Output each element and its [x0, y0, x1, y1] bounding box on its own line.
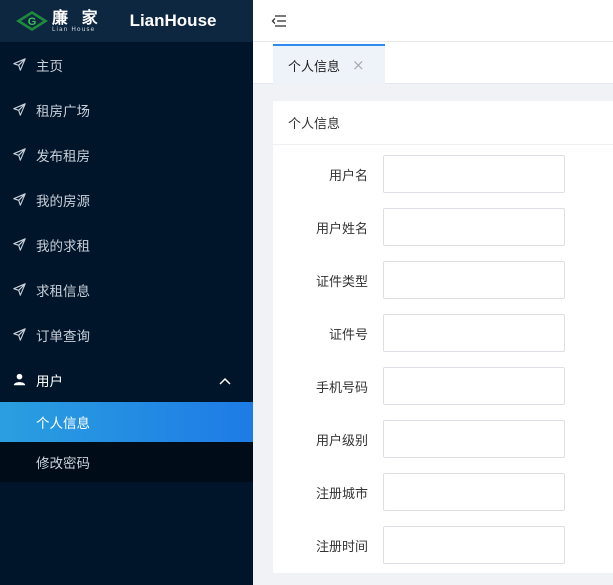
form-label: 手机号码 — [315, 380, 368, 396]
form-row-username: 用户名 — [273, 155, 613, 193]
tab-personal-info[interactable]: 个人信息 × — [273, 44, 385, 84]
form-row-real-name: 用户姓名 — [273, 208, 613, 246]
sidebar-item-my-requests[interactable]: 我的求租 — [0, 222, 253, 267]
sidebar-group-user[interactable]: 用户 — [0, 357, 253, 402]
sidebar-item-my-listings[interactable]: 我的房源 — [0, 177, 253, 222]
user-submenu: 个人信息 修改密码 — [0, 402, 253, 482]
svg-text:G: G — [28, 16, 37, 28]
register-city-input[interactable] — [383, 473, 565, 511]
sidebar-item-request-info[interactable]: 求租信息 — [0, 267, 253, 312]
username-input[interactable] — [383, 155, 565, 193]
form-label: 注册时间 — [315, 539, 368, 555]
sidebar: G 廉 家 Lian House LianHouse 主页 租房广场 发布租房 — [0, 0, 253, 585]
paper-plane-icon — [12, 328, 26, 342]
paper-plane-icon — [12, 193, 26, 207]
sidebar-item-order-query[interactable]: 订单查询 — [0, 312, 253, 357]
logo-text: 廉 家 Lian House — [52, 9, 102, 33]
logo-bar: G 廉 家 Lian House LianHouse — [0, 0, 253, 42]
form-label: 用户名 — [328, 168, 368, 184]
sidebar-item-publish-rental[interactable]: 发布租房 — [0, 132, 253, 177]
id-type-input[interactable] — [383, 261, 565, 299]
sidebar-item-label: 发布租房 — [36, 148, 90, 165]
tab-label: 个人信息 — [288, 59, 341, 75]
card-title: 个人信息 — [273, 101, 613, 145]
form-row-id-number: 证件号 — [273, 314, 613, 352]
phone-input[interactable] — [383, 367, 565, 405]
form-row-register-time: 注册时间 — [273, 526, 613, 564]
form-label: 证件号 — [328, 327, 368, 343]
paper-plane-icon — [12, 238, 26, 252]
user-icon — [12, 373, 26, 387]
real-name-input[interactable] — [383, 208, 565, 246]
sidebar-item-change-password[interactable]: 修改密码 — [0, 442, 253, 482]
brand-en-name: LianHouse — [129, 11, 217, 30]
sidebar-item-label: 求租信息 — [36, 283, 90, 300]
close-icon[interactable]: × — [352, 56, 365, 74]
form-row-phone: 手机号码 — [273, 367, 613, 405]
id-number-input[interactable] — [383, 314, 565, 352]
sidebar-item-label: 我的求租 — [36, 238, 90, 255]
sidebar-item-label: 租房广场 — [36, 103, 90, 120]
sidebar-item-label: 我的房源 — [36, 193, 90, 210]
sidebar-item-label: 主页 — [36, 58, 63, 75]
sidebar-item-label: 个人信息 — [36, 416, 90, 432]
register-time-input[interactable] — [383, 526, 565, 564]
sidebar-item-rental-square[interactable]: 租房广场 — [0, 87, 253, 132]
form-row-register-city: 注册城市 — [273, 473, 613, 511]
top-header — [253, 0, 613, 42]
tabs-bar: 个人信息 × — [253, 42, 613, 84]
sidebar-item-personal-info[interactable]: 个人信息 — [0, 402, 253, 442]
sidebar-item-label: 订单查询 — [36, 328, 90, 345]
logo-icon: G — [14, 10, 50, 32]
menu-collapse-icon[interactable] — [271, 14, 287, 28]
user-level-input[interactable] — [383, 420, 565, 458]
sidebar-item-home[interactable]: 主页 — [0, 42, 253, 87]
form-label: 用户姓名 — [315, 221, 368, 237]
form-label: 注册城市 — [315, 486, 368, 502]
paper-plane-icon — [12, 58, 26, 72]
paper-plane-icon — [12, 283, 26, 297]
paper-plane-icon — [12, 103, 26, 117]
brand-cn-sub: Lian House — [52, 26, 96, 33]
personal-info-card: 个人信息 用户名 用户姓名 证件类型 证件号 手机号码 用户级别 注册城市 注册… — [273, 101, 613, 573]
form-label: 用户级别 — [315, 433, 368, 449]
form-row-user-level: 用户级别 — [273, 420, 613, 458]
paper-plane-icon — [12, 148, 26, 162]
brand-cn-name: 廉 家 — [52, 8, 102, 27]
sidebar-menu: 主页 租房广场 发布租房 我的房源 我的求租 求租信息 订单查询 用户 — [0, 42, 253, 402]
chevron-up-icon — [219, 373, 231, 389]
form-row-id-type: 证件类型 — [273, 261, 613, 299]
sidebar-group-label: 用户 — [36, 373, 63, 390]
sidebar-item-label: 修改密码 — [36, 456, 90, 472]
form-label: 证件类型 — [315, 274, 368, 290]
